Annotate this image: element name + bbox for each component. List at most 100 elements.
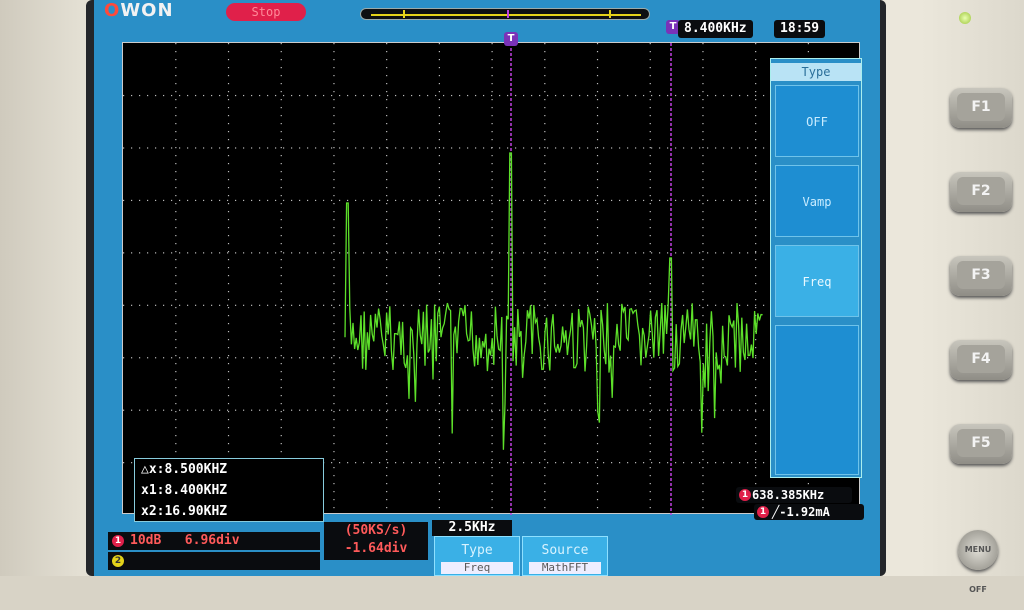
grid-dot — [333, 259, 335, 261]
grid-dot — [596, 339, 599, 341]
grid-dot — [467, 409, 469, 411]
grid-dot — [171, 147, 173, 149]
grid-dot — [649, 483, 651, 485]
grid-dot — [438, 435, 440, 437]
grid-dot — [739, 199, 741, 202]
grid-dot — [280, 363, 282, 365]
grid-dot — [563, 94, 565, 97]
grid-dot — [315, 252, 317, 254]
grid-dot — [702, 275, 704, 277]
f4-button[interactable]: F4 — [950, 340, 1012, 380]
grid-dot — [702, 243, 704, 245]
grid-dot — [371, 462, 373, 464]
grid-dot — [227, 139, 230, 141]
grid-dot — [379, 252, 381, 254]
grid-dot — [386, 83, 388, 85]
grid-dot — [333, 307, 335, 309]
grid-dot — [386, 483, 388, 485]
menu-item-empty[interactable] — [775, 325, 859, 475]
grid-dot — [491, 291, 493, 293]
grid-dot — [211, 409, 213, 411]
grid-dot — [163, 252, 165, 254]
grid-dot — [275, 199, 277, 202]
grid-dot — [755, 163, 757, 165]
f3-button[interactable]: F3 — [950, 256, 1012, 296]
grid-dot — [280, 443, 282, 445]
grid-dot — [211, 147, 213, 149]
grid-dot — [147, 409, 149, 411]
grid-dot — [702, 115, 704, 117]
grid-dot — [227, 131, 230, 133]
grid-dot — [699, 252, 701, 254]
grid-dot — [187, 409, 189, 411]
grid-dot — [683, 252, 685, 254]
menu-item-vamp[interactable]: Vamp — [775, 165, 859, 237]
grid-dot — [395, 199, 397, 202]
grid-dot — [227, 227, 230, 229]
waveform-display[interactable] — [122, 42, 861, 515]
grid-dot — [175, 187, 177, 189]
grid-dot — [379, 147, 381, 149]
grid-dot — [635, 94, 637, 97]
grid-dot — [475, 462, 477, 464]
grid-dot — [155, 252, 157, 254]
grid-dot — [739, 94, 741, 97]
grid-dot — [386, 467, 388, 469]
grid-dot — [438, 283, 440, 285]
grid-dot — [333, 403, 335, 405]
math-status[interactable]: (50KS/s) -1.64div — [324, 522, 428, 560]
grid-dot — [563, 252, 565, 254]
grid-dot — [386, 243, 388, 245]
grid-dot — [491, 75, 493, 77]
grid-dot — [491, 409, 493, 411]
grid-dot — [386, 251, 388, 253]
grid-dot — [544, 155, 546, 157]
grid-dot — [386, 211, 388, 213]
grid-dot — [123, 94, 125, 97]
grid-dot — [715, 94, 717, 97]
grid-dot — [755, 123, 757, 125]
cursor-readout: △x:8.500KHZ x1:8.400KHZ x2:16.90KHZ — [134, 458, 324, 522]
grid-dot — [280, 51, 282, 53]
grid-dot — [763, 199, 765, 202]
grid-dot — [363, 409, 365, 411]
ch1-status[interactable]: 1 10dB 6.96div — [108, 532, 320, 550]
grid-dot — [280, 99, 282, 101]
menu-item-off[interactable]: OFF — [775, 85, 859, 157]
trigger-readout: ╱-1.92mA — [754, 504, 864, 520]
grid-dot — [491, 123, 493, 125]
ch2-status[interactable]: 2 — [108, 552, 320, 570]
menu-off-knob[interactable]: MENU OFF — [958, 530, 998, 594]
grid-dot — [333, 155, 335, 157]
menu-item-freq[interactable]: Freq — [775, 245, 859, 317]
grid-dot — [438, 483, 440, 485]
grid-dot — [499, 409, 501, 411]
grid-dot — [807, 51, 809, 53]
grid-dot — [723, 199, 725, 202]
grid-dot — [123, 252, 125, 254]
grid-dot — [347, 94, 349, 97]
grid-dot — [544, 195, 546, 197]
softkey-source[interactable]: Source MathFFT — [522, 536, 608, 576]
grid-dot — [651, 252, 653, 254]
f2-button[interactable]: F2 — [950, 172, 1012, 212]
grid-dot — [755, 43, 757, 45]
grid-dot — [747, 409, 749, 411]
timebase-readout[interactable]: 2.5KHz — [432, 520, 512, 536]
ch2-icon: 2 — [112, 554, 124, 567]
grid-dot — [649, 371, 651, 373]
grid-dot — [563, 409, 565, 411]
f5-button[interactable]: F5 — [950, 424, 1012, 464]
grid-dot — [491, 499, 493, 501]
grid-dot — [275, 304, 277, 306]
grid-dot — [651, 462, 653, 464]
cursor-t-marker[interactable]: T — [504, 32, 518, 46]
grid-dot — [755, 459, 757, 461]
grid-dot — [333, 251, 335, 253]
grid-dot — [475, 304, 477, 306]
power-led-icon — [959, 12, 971, 24]
grid-dot — [649, 443, 651, 445]
grid-dot — [395, 462, 397, 464]
softkey-type[interactable]: Type Freq — [434, 536, 520, 576]
f1-button[interactable]: F1 — [950, 88, 1012, 128]
